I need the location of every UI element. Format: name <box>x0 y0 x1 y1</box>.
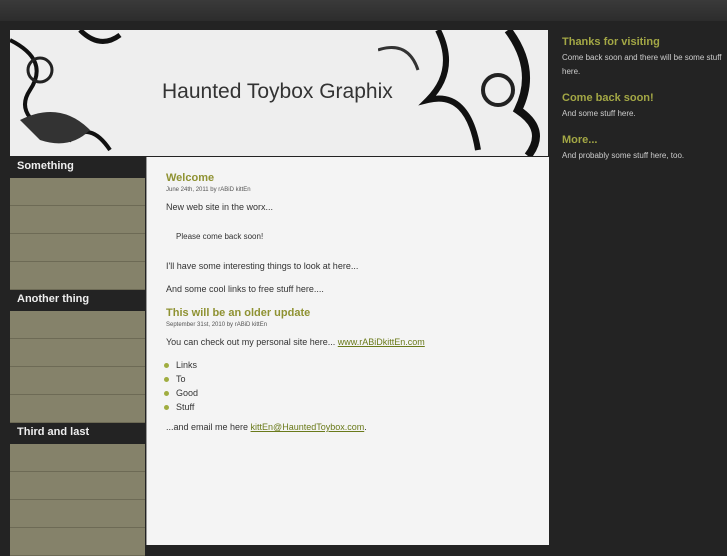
sidebar-link[interactable] <box>10 395 145 423</box>
sidebar-link[interactable] <box>10 178 145 206</box>
sidebar-link[interactable] <box>10 206 145 234</box>
post-text: And some cool links to free stuff here..… <box>166 284 324 294</box>
sidebar-link[interactable] <box>10 339 145 367</box>
right-text: Come back soon and there will be some st… <box>562 53 722 76</box>
sidebar-section-something: Something <box>10 157 145 290</box>
post-quote: Please come back soon! <box>176 232 264 241</box>
sidebar-heading: Third and last <box>17 426 90 438</box>
top-bar <box>0 0 727 21</box>
sidebar-link[interactable] <box>10 234 145 262</box>
post-older-update: This will be an older update September 3… <box>164 307 530 432</box>
site-header: Haunted Toybox Graphix <box>10 30 548 156</box>
sidebar-link[interactable] <box>10 262 145 290</box>
right-text: And probably some stuff here, too. <box>562 151 685 160</box>
post-title[interactable]: Welcome <box>166 172 530 184</box>
post-text-end: . <box>364 422 367 432</box>
list-item: Good <box>164 388 530 398</box>
post-list: Links To Good Stuff <box>164 360 530 412</box>
sidebar-link[interactable] <box>10 500 145 528</box>
sidebar-link[interactable] <box>10 367 145 395</box>
main-content: Welcome June 24th, 2011 by rABiD kittEn … <box>146 157 549 545</box>
post-meta: September 31st, 2010 by rABiD kittEn <box>166 322 268 328</box>
right-heading: Come back soon! <box>562 92 654 104</box>
right-heading: More... <box>562 134 598 146</box>
post-text: ...and email me here <box>166 422 251 432</box>
right-sidebar: Thanks for visiting Come back soon and t… <box>562 36 722 176</box>
post-text: I'll have some interesting things to loo… <box>166 261 359 271</box>
sidebar-heading: Something <box>17 160 74 172</box>
email-link[interactable]: kittEn@HauntedToybox.com <box>251 422 365 432</box>
list-item: Links <box>164 360 530 370</box>
list-item: Stuff <box>164 402 530 412</box>
sidebar-section-third-and-last: Third and last <box>10 423 145 556</box>
right-text: And some stuff here. <box>562 109 636 118</box>
sidebar-link[interactable] <box>10 528 145 556</box>
sidebar-link[interactable] <box>10 311 145 339</box>
post-title[interactable]: This will be an older update <box>166 307 530 319</box>
post-welcome: Welcome June 24th, 2011 by rABiD kittEn … <box>166 172 530 294</box>
post-meta: June 24th, 2011 by rABiD kittEn <box>166 187 251 193</box>
right-heading: Thanks for visiting <box>562 36 660 48</box>
sidebar-link[interactable] <box>10 444 145 472</box>
floral-ornament-right-icon <box>378 30 540 156</box>
sidebar-link[interactable] <box>10 472 145 500</box>
list-item: To <box>164 374 530 384</box>
sidebar-section-another-thing: Another thing <box>10 290 145 423</box>
post-text: You can check out my personal site here.… <box>166 337 338 347</box>
sidebar-heading: Another thing <box>17 293 90 305</box>
site-title: Haunted Toybox Graphix <box>162 80 393 103</box>
post-text: New web site in the worx... <box>166 202 274 212</box>
left-sidebar: Something Another thing Third and last <box>10 157 145 556</box>
floral-ornament-left-icon <box>10 30 122 152</box>
personal-site-link[interactable]: www.rABiDkittEn.com <box>338 337 425 347</box>
